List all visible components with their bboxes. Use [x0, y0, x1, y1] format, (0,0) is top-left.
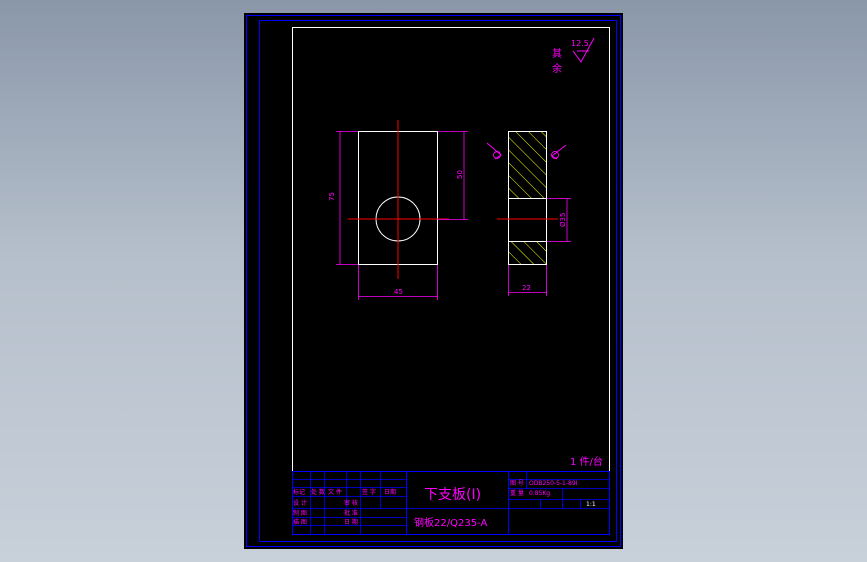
roughness-label-1: 其: [552, 48, 562, 60]
dim-thickness: 22: [522, 284, 531, 292]
weight-label: 重 量: [510, 489, 524, 497]
signoff-design: 设 计: [293, 499, 307, 507]
rev-header-date: 日期: [384, 488, 396, 496]
drawing-no: ODB250-5-1-89Ⅰ: [529, 480, 578, 487]
dim-hole-center: 50: [456, 170, 464, 179]
rev-header-file: 文 件: [328, 488, 342, 496]
dim-height-total: 75: [328, 192, 336, 201]
weight-value: 0.85Kg: [529, 490, 550, 497]
drawing-border: [292, 27, 610, 535]
side-view: Ø35 22: [486, 131, 571, 296]
title-block: 标记 处 数 文 件 签 字 日期 设 计 审 核 制 图 批 准 描 图 日 …: [292, 471, 610, 535]
roughness-value: 12.5: [571, 39, 589, 48]
drawing-no-label: 图 号: [510, 480, 524, 487]
signoff-date: 日 期: [344, 518, 358, 526]
part-name: 下支板(Ⅰ): [424, 487, 481, 503]
lower-section: [508, 241, 547, 265]
dim-bore: Ø35: [559, 213, 567, 227]
inner-blue-frame: [259, 20, 617, 542]
rev-header-count: 处 数: [311, 488, 325, 496]
upper-section: [508, 131, 547, 199]
signoff-draft: 制 图: [293, 509, 307, 517]
scale-value: 1:1: [586, 501, 596, 508]
bore-gap: [508, 198, 547, 242]
roughness-symbol: 其 余 12.5: [552, 37, 595, 75]
material: 钢板22/Q235-A: [414, 516, 487, 529]
quantity-note: 1 件/台: [570, 455, 603, 468]
rev-header-mark: 标记: [293, 488, 305, 496]
signoff-review: 审 核: [344, 499, 358, 507]
roughness-label-2: 余: [552, 62, 562, 75]
signoff-trace: 描 图: [293, 518, 307, 526]
rev-header-sign: 签 字: [362, 488, 376, 496]
dim-width: 45: [394, 288, 403, 296]
outer-frame: [246, 15, 621, 547]
signoff-approve: 批 准: [344, 509, 358, 517]
cad-drawing: 其 余 12.5 75 50 45 Ø35 22 1 件/台 标记 处 数 文 …: [246, 15, 621, 547]
drawing-viewport[interactable]: 其 余 12.5 75 50 45 Ø35 22 1 件/台 标记 处 数 文 …: [244, 13, 623, 549]
front-view: 75 50 45: [328, 120, 468, 300]
